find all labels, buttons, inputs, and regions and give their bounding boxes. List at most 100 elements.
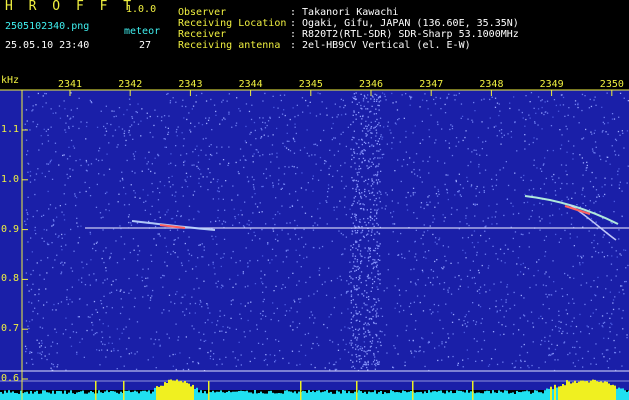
noise-dot [580, 284, 582, 286]
noise-dot [373, 322, 375, 324]
power-bar [524, 391, 526, 400]
noise-dot [293, 152, 296, 154]
noise-dot [198, 177, 200, 180]
noise-dot [283, 183, 285, 185]
noise-dot [376, 359, 378, 362]
noise-dot [329, 369, 331, 371]
noise-dot [462, 187, 464, 189]
noise-dot [359, 208, 362, 210]
noise-dot [503, 214, 505, 217]
noise-dot [354, 258, 356, 260]
noise-dot [66, 298, 68, 301]
noise-dot [404, 257, 406, 259]
noise-dot [609, 163, 611, 165]
noise-dot [360, 313, 362, 316]
noise-dot [25, 320, 28, 322]
power-bar [486, 390, 488, 400]
noise-dot [510, 136, 513, 138]
noise-dot [214, 273, 216, 275]
x-tick-label: 2342 [118, 79, 143, 90]
noise-dot [553, 281, 555, 283]
power-bar [216, 391, 218, 400]
noise-dot [401, 253, 403, 255]
power-bar [372, 392, 374, 400]
noise-dot [383, 126, 385, 128]
noise-dot [32, 121, 34, 123]
noise-dot [174, 302, 176, 305]
noise-dot [357, 329, 359, 331]
noise-dot [477, 351, 479, 353]
power-bar [488, 390, 490, 400]
noise-dot [294, 219, 296, 222]
noise-dot [369, 198, 371, 201]
noise-dot [599, 155, 601, 157]
power-bar [172, 380, 174, 400]
noise-dot [536, 138, 538, 140]
noise-dot [222, 198, 224, 200]
power-spike [412, 381, 414, 400]
noise-dot [374, 126, 376, 128]
noise-dot [377, 361, 379, 363]
spectrogram-background [0, 90, 629, 390]
noise-dot [249, 360, 251, 363]
noise-dot [358, 165, 360, 167]
noise-dot [37, 313, 39, 315]
noise-dot [122, 179, 124, 181]
noise-dot [47, 140, 50, 142]
noise-dot [453, 94, 455, 96]
noise-dot [482, 141, 484, 143]
noise-dot [307, 182, 309, 184]
noise-dot [88, 187, 91, 189]
noise-dot [518, 246, 521, 248]
noise-dot [57, 364, 59, 366]
noise-dot [228, 93, 230, 95]
noise-dot [78, 236, 81, 239]
noise-dot [581, 93, 584, 96]
noise-dot [507, 184, 510, 187]
noise-dot [621, 130, 623, 132]
power-bar [496, 393, 498, 400]
noise-dot [384, 334, 386, 336]
noise-dot [413, 268, 415, 270]
noise-dot [32, 105, 34, 107]
noise-dot [252, 212, 254, 214]
noise-dot [501, 324, 503, 326]
noise-dot [524, 193, 526, 196]
noise-dot [235, 161, 237, 164]
noise-dot [219, 310, 221, 312]
power-bar [592, 379, 594, 400]
noise-dot [622, 289, 624, 291]
noise-dot [206, 176, 208, 178]
noise-dot [490, 358, 493, 360]
noise-dot [295, 234, 297, 236]
noise-dot [116, 262, 119, 264]
noise-dot [502, 361, 504, 363]
noise-dot [374, 262, 377, 264]
noise-dot [185, 172, 188, 174]
noise-dot [41, 351, 43, 353]
noise-dot [358, 244, 360, 246]
noise-dot [248, 110, 251, 113]
power-bar [30, 391, 32, 400]
noise-dot [454, 194, 456, 196]
noise-dot [443, 288, 445, 290]
noise-dot [263, 298, 265, 301]
noise-dot [25, 139, 28, 141]
noise-dot [288, 140, 290, 142]
noise-dot [187, 249, 189, 251]
noise-dot [64, 129, 66, 131]
noise-dot [361, 152, 363, 154]
noise-dot [263, 134, 265, 136]
noise-dot [221, 146, 223, 148]
noise-dot [336, 218, 338, 220]
power-bar [64, 390, 66, 400]
noise-dot [544, 251, 547, 253]
noise-dot [587, 350, 589, 353]
noise-dot [405, 151, 407, 153]
noise-dot [99, 147, 101, 149]
power-bar [272, 392, 274, 400]
noise-dot [374, 120, 377, 123]
noise-dot [535, 284, 537, 286]
noise-dot [207, 319, 209, 321]
noise-dot [160, 277, 162, 279]
